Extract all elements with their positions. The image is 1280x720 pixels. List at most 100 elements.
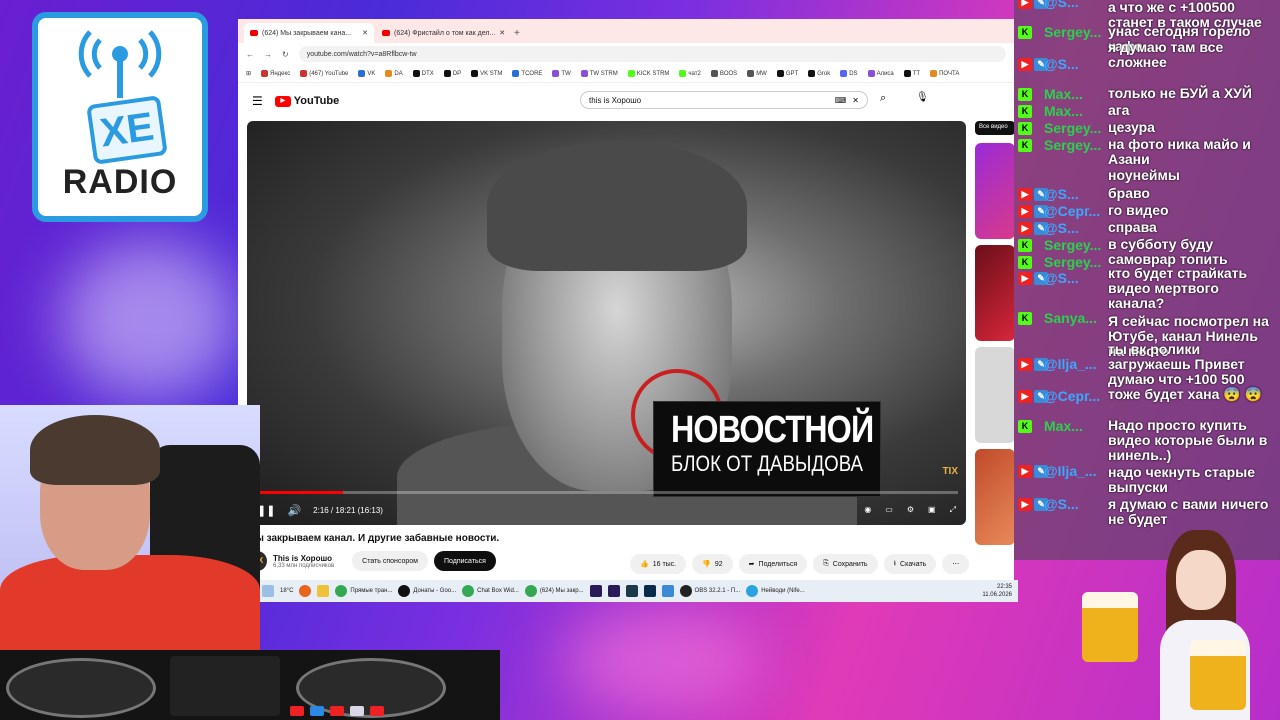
fullscreen-icon[interactable]: ⤢: [950, 505, 956, 515]
chat-username[interactable]: @Ilja_...: [1044, 356, 1108, 372]
taskbar-item[interactable]: Донаты - Goo...: [398, 585, 456, 597]
chat-username[interactable]: Max...: [1044, 86, 1108, 102]
folder-icon[interactable]: [317, 585, 330, 597]
volume-icon[interactable]: 🔊: [287, 504, 301, 517]
chat-badges: K: [1018, 88, 1032, 101]
url-field[interactable]: youtube.com/watch?v=a8Rflbcw-tw: [298, 46, 1006, 62]
back-icon[interactable]: ←: [246, 50, 254, 59]
bookmark-item[interactable]: TW STRM: [580, 69, 618, 77]
chat-username[interactable]: @S...: [1044, 496, 1108, 512]
like-button[interactable]: 👍 16 тыс.: [630, 554, 687, 574]
apps-icon[interactable]: ⊞: [246, 70, 251, 77]
chat-username[interactable]: @S...: [1044, 0, 1108, 10]
chrome-icon: [524, 585, 537, 597]
premiere-icon[interactable]: [607, 585, 620, 597]
close-icon[interactable]: ✕: [362, 29, 368, 37]
app-icon[interactable]: [661, 585, 674, 597]
chat-username[interactable]: @Серг...: [1044, 203, 1108, 219]
bookmark-item[interactable]: DA: [385, 69, 403, 77]
chat-username[interactable]: @S...: [1044, 186, 1108, 202]
taskbar-item[interactable]: (624) Мы закр...: [524, 585, 584, 597]
kick-icon: K: [1018, 88, 1032, 101]
bookmark-item[interactable]: TW: [552, 69, 571, 77]
taskbar-item[interactable]: Chat Box Wid...: [462, 585, 519, 597]
share-button[interactable]: ➦ Поделиться: [738, 554, 808, 574]
chat-username[interactable]: Sergey...: [1044, 254, 1108, 270]
chat-username[interactable]: @S...: [1044, 270, 1108, 286]
kick-icon: K: [1018, 312, 1032, 325]
progress-bar[interactable]: [255, 491, 958, 494]
channel-name[interactable]: This is Хорошо: [273, 554, 334, 563]
bookmark-item[interactable]: BOOS: [710, 69, 737, 77]
forward-icon[interactable]: →: [264, 50, 272, 59]
recommendation-thumbnail[interactable]: [975, 143, 1014, 239]
search-icon[interactable]: ⌕: [880, 92, 886, 105]
chat-badges: K: [1018, 122, 1032, 135]
bookmark-item[interactable]: Grok: [808, 69, 830, 77]
chat-badges: K: [1018, 26, 1032, 39]
chat-username[interactable]: @S...: [1044, 56, 1108, 72]
weather-icon[interactable]: [262, 585, 274, 597]
recommendation-thumbnail[interactable]: [975, 449, 1014, 545]
youtube-logo[interactable]: ▶ YouTube: [274, 95, 339, 107]
miniplayer-icon[interactable]: ▣: [928, 505, 936, 515]
tab-youtube-active[interactable]: (624) Мы закрываем кана... ✕: [244, 23, 374, 43]
clear-icon[interactable]: ✕: [852, 96, 859, 105]
download-button[interactable]: ⭳ Скачать: [883, 554, 937, 574]
chat-username[interactable]: Sergey...: [1044, 24, 1108, 40]
sponsor-button[interactable]: Стать спонсором: [352, 551, 428, 571]
taskbar-item[interactable]: OBS 32.2.1 - П...: [679, 585, 740, 597]
bookmark-item[interactable]: TCORE: [512, 69, 542, 77]
bookmark-item[interactable]: GPT: [776, 69, 798, 77]
chat-username[interactable]: @Ilja_...: [1044, 463, 1108, 479]
windows-taskbar: 18°C Прямые тран... Донаты - Goo... Chat…: [238, 580, 1018, 602]
taskbar-item[interactable]: Нейводи (Nife...: [746, 585, 805, 597]
bookmark-item[interactable]: VK STM: [471, 69, 502, 77]
bookmark-item[interactable]: TT: [903, 69, 920, 77]
chat-username[interactable]: @Серг...: [1044, 388, 1108, 404]
chat-username[interactable]: Max...: [1044, 103, 1108, 119]
autoplay-icon[interactable]: ◉: [864, 505, 871, 515]
recommendation-thumbnail[interactable]: [975, 347, 1014, 443]
audition-icon[interactable]: [625, 585, 638, 597]
video-player[interactable]: НОВОСТНОЙ БЛОК ОТ ДАВЫДОВА TIX ❚❚ 🔊 2:16…: [247, 121, 966, 525]
subtitles-icon[interactable]: ▭: [885, 505, 893, 515]
search-input[interactable]: this is Хорошо ⌨ ✕: [580, 91, 868, 109]
subscribe-button[interactable]: Подписаться: [433, 551, 496, 571]
save-button[interactable]: ⎘ Сохранить: [813, 554, 878, 574]
bookmark-item[interactable]: Алиса: [867, 69, 894, 77]
microphone-icon[interactable]: 🎙: [916, 92, 929, 103]
chat-username[interactable]: @S...: [1044, 220, 1108, 236]
dislike-button[interactable]: 👎 92: [692, 554, 733, 574]
close-icon[interactable]: ✕: [499, 29, 505, 37]
chat-username[interactable]: Sanya...: [1044, 310, 1108, 326]
taskbar-item[interactable]: Прямые тран...: [335, 585, 392, 597]
tab-youtube-2[interactable]: (624) Фристайл о том как дел... ✕: [376, 23, 506, 43]
bookmark-item[interactable]: VK: [358, 69, 375, 77]
bookmark-item[interactable]: Яндекс: [261, 69, 290, 77]
reload-icon[interactable]: ↻: [282, 50, 289, 59]
more-button[interactable]: ⋯: [942, 554, 970, 574]
menu-icon[interactable]: ☰: [252, 94, 263, 108]
bookmark-item[interactable]: чат2: [679, 69, 701, 77]
clock[interactable]: 22:35 11.06.2026: [982, 583, 1012, 599]
bookmark-item[interactable]: DTX: [412, 69, 434, 77]
premiere-icon[interactable]: [589, 585, 602, 597]
chat-username[interactable]: Sergey...: [1044, 237, 1108, 253]
keyboard-icon[interactable]: ⌨: [835, 96, 847, 105]
chat-username[interactable]: Max...: [1044, 418, 1108, 434]
bookmark-item[interactable]: ПОЧТА: [930, 69, 959, 77]
chat-username[interactable]: Sergey...: [1044, 120, 1108, 136]
bookmark-item[interactable]: DS: [840, 69, 858, 77]
new-tab-icon[interactable]: +: [514, 28, 520, 39]
bookmark-item[interactable]: DP: [443, 69, 461, 77]
bookmark-item[interactable]: (467) YouTube: [300, 69, 348, 77]
settings-icon[interactable]: ⚙: [907, 505, 914, 515]
all-videos-chip[interactable]: Все видео: [975, 121, 1014, 135]
bookmark-item[interactable]: MW: [747, 69, 767, 77]
recommendation-thumbnail[interactable]: [975, 245, 1014, 341]
firefox-icon[interactable]: [299, 585, 312, 597]
chat-username[interactable]: Sergey...: [1044, 137, 1108, 153]
photoshop-icon[interactable]: [643, 585, 656, 597]
bookmark-item[interactable]: KICK STRM: [627, 69, 669, 77]
